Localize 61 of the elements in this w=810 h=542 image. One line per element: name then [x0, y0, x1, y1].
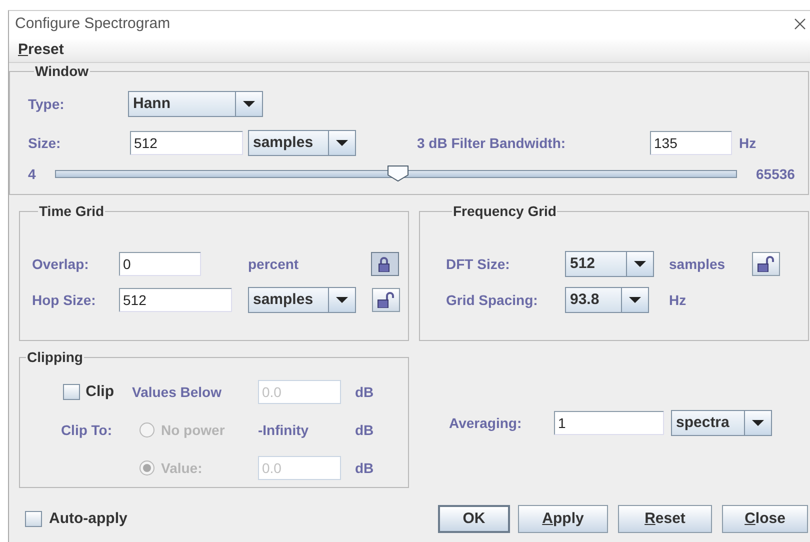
close-icon	[794, 18, 806, 30]
input-field[interactable]: 1	[554, 411, 664, 435]
dropdown[interactable]: spectra	[671, 410, 772, 436]
radio-label: Value:	[161, 458, 202, 478]
field-label: 65536	[756, 164, 795, 184]
lock-button[interactable]	[371, 252, 399, 276]
unlocked-lock-icon	[757, 256, 775, 272]
checkbox[interactable]	[25, 511, 42, 527]
group-title: Frequency Grid	[452, 203, 558, 219]
dropdown[interactable]: samples	[248, 130, 356, 156]
lock-button[interactable]	[372, 288, 400, 312]
field-label: Hop Size:	[32, 290, 97, 310]
unit-label: Hz	[669, 290, 686, 310]
caret-icon	[336, 140, 348, 146]
dialog-button[interactable]: OK	[438, 505, 510, 533]
dropdown[interactable]: Hann	[128, 91, 263, 117]
caret-icon	[243, 101, 255, 107]
lock-button[interactable]	[752, 252, 780, 276]
caret-icon	[336, 297, 348, 303]
field-label: Grid Spacing:	[446, 290, 539, 310]
caret-icon	[629, 297, 641, 303]
window-title: Configure Spectrogram	[15, 14, 170, 34]
unit-label: dB	[355, 458, 374, 478]
field-label: Size:	[28, 134, 62, 152]
field-label: Values Below	[132, 382, 222, 402]
unit-label: dB	[355, 382, 374, 402]
input-field[interactable]: 135	[650, 131, 732, 155]
unlocked-lock-icon	[377, 292, 395, 308]
field-label: 3 dB Filter Bandwidth:	[417, 134, 567, 152]
caret-icon	[752, 420, 764, 426]
menu-item[interactable]: Preset	[18, 38, 64, 62]
field-label: Type:	[28, 94, 66, 114]
checkbox-label: Auto-apply	[49, 508, 128, 529]
group-title: Window	[34, 63, 90, 79]
caret-icon	[634, 261, 646, 267]
input-field[interactable]: 512	[119, 288, 232, 312]
field-label: 4	[28, 164, 37, 184]
unit-label: dB	[355, 420, 374, 440]
field-label: -Infinity	[258, 420, 309, 440]
dialog-button[interactable]: Reset	[618, 505, 712, 533]
field-label: DFT Size:	[446, 254, 511, 274]
field-label: Clip To:	[60, 420, 112, 440]
input-field[interactable]: 512	[130, 131, 243, 155]
checkbox-label: Clip	[86, 382, 114, 402]
unit-label: percent	[248, 254, 300, 274]
unit-label: samples	[669, 254, 726, 274]
input-field[interactable]: 0	[119, 252, 201, 276]
dropdown[interactable]: 93.8	[565, 287, 649, 313]
dialog-button[interactable]: Close	[722, 505, 808, 533]
group-title: Time Grid	[38, 203, 106, 219]
dialog-button[interactable]: Apply	[518, 505, 608, 533]
field-label: Averaging:	[449, 414, 523, 433]
field-label: Overlap:	[32, 254, 90, 274]
radio-label: No power	[161, 420, 225, 440]
dropdown[interactable]: 512	[565, 251, 654, 277]
slider-track[interactable]	[55, 165, 737, 183]
dropdown[interactable]: samples	[248, 287, 356, 313]
group-title: Clipping	[26, 349, 84, 365]
slider-thumb[interactable]	[387, 165, 410, 182]
unit-label: Hz	[739, 134, 756, 152]
checkbox[interactable]	[62, 384, 80, 400]
